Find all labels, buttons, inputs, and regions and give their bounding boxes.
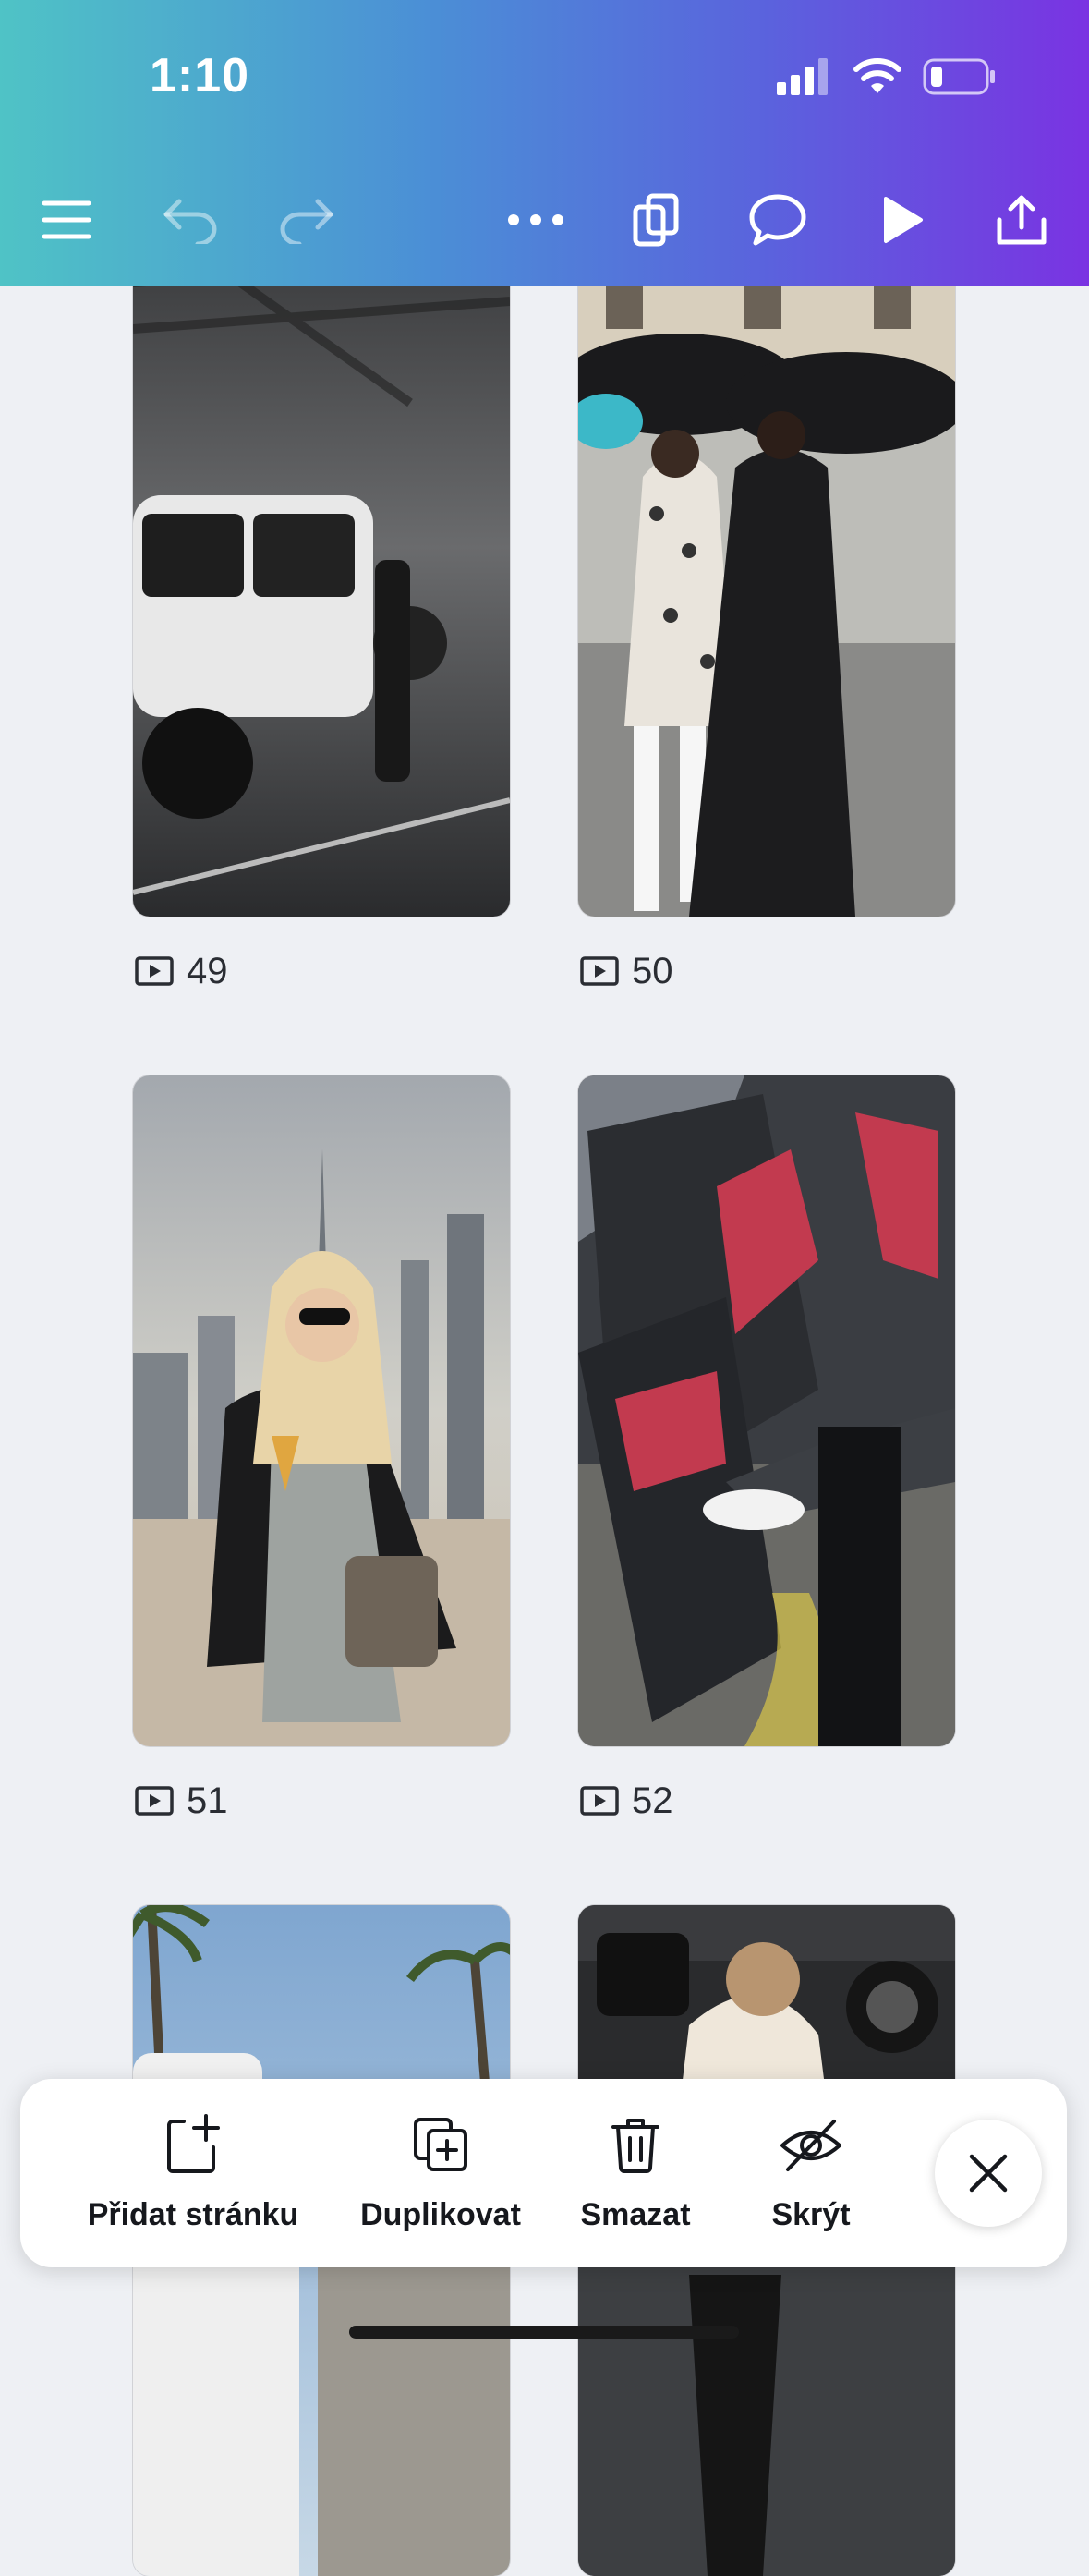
- page-label-50: 50: [580, 948, 673, 994]
- page-label-52: 52: [580, 1778, 673, 1824]
- status-icons: [777, 55, 997, 102]
- page-thumbnail-49[interactable]: [133, 246, 510, 917]
- close-button[interactable]: [935, 2120, 1042, 2227]
- comment-button[interactable]: [741, 185, 815, 255]
- page-number: 50: [632, 950, 673, 991]
- more-icon: [508, 214, 563, 225]
- more-button[interactable]: [499, 185, 573, 255]
- home-indicator[interactable]: [349, 2326, 739, 2339]
- hide-label: Skrýt: [771, 2197, 851, 2232]
- video-page-icon: [580, 1786, 619, 1816]
- share-button[interactable]: [985, 185, 1059, 255]
- status-time: 1:10: [150, 49, 250, 103]
- duplicate-button[interactable]: Duplikovat: [334, 2112, 547, 2233]
- page-number: 52: [632, 1780, 673, 1821]
- cellular-signal-icon: [777, 57, 832, 100]
- wifi-icon: [853, 57, 902, 100]
- eye-slash-icon: [779, 2112, 843, 2177]
- undo-icon: [163, 199, 217, 244]
- menu-button[interactable]: [30, 185, 103, 255]
- pages-button[interactable]: [619, 185, 693, 255]
- close-icon: [969, 2154, 1008, 2193]
- page-number: 51: [187, 1780, 228, 1821]
- pages-icon: [633, 193, 679, 247]
- page-thumbnail-50[interactable]: [578, 246, 955, 917]
- menu-icon: [42, 200, 91, 239]
- video-page-icon: [135, 1786, 174, 1816]
- video-page-icon: [135, 956, 174, 986]
- page-thumbnail-51[interactable]: [133, 1075, 510, 1746]
- battery-icon: [923, 58, 997, 100]
- delete-button[interactable]: Smazat: [562, 2112, 709, 2233]
- page-label-49: 49: [135, 948, 228, 994]
- page-thumbnail-52[interactable]: [578, 1075, 955, 1746]
- delete-label: Smazat: [580, 2197, 691, 2232]
- top-bar: 1:10: [0, 0, 1089, 286]
- trash-icon: [610, 2112, 661, 2177]
- undo-button[interactable]: [153, 185, 227, 255]
- add-page-icon: [165, 2112, 221, 2177]
- duplicate-label: Duplikovat: [360, 2197, 521, 2232]
- page-label-51: 51: [135, 1778, 228, 1824]
- share-icon: [997, 195, 1047, 245]
- hide-button[interactable]: Skrýt: [737, 2112, 885, 2233]
- page-actions-sheet: Přidat stránku Duplikovat Smazat Skrýt: [20, 2079, 1067, 2267]
- play-button[interactable]: [865, 185, 938, 255]
- duplicate-icon: [412, 2112, 469, 2177]
- redo-button[interactable]: [270, 185, 344, 255]
- video-page-icon: [580, 956, 619, 986]
- add-page-label: Přidat stránku: [87, 2197, 299, 2232]
- page-number: 49: [187, 950, 228, 991]
- add-page-button[interactable]: Přidat stránku: [67, 2112, 320, 2233]
- play-icon: [884, 197, 923, 243]
- comment-icon: [749, 194, 806, 246]
- redo-icon: [280, 199, 333, 244]
